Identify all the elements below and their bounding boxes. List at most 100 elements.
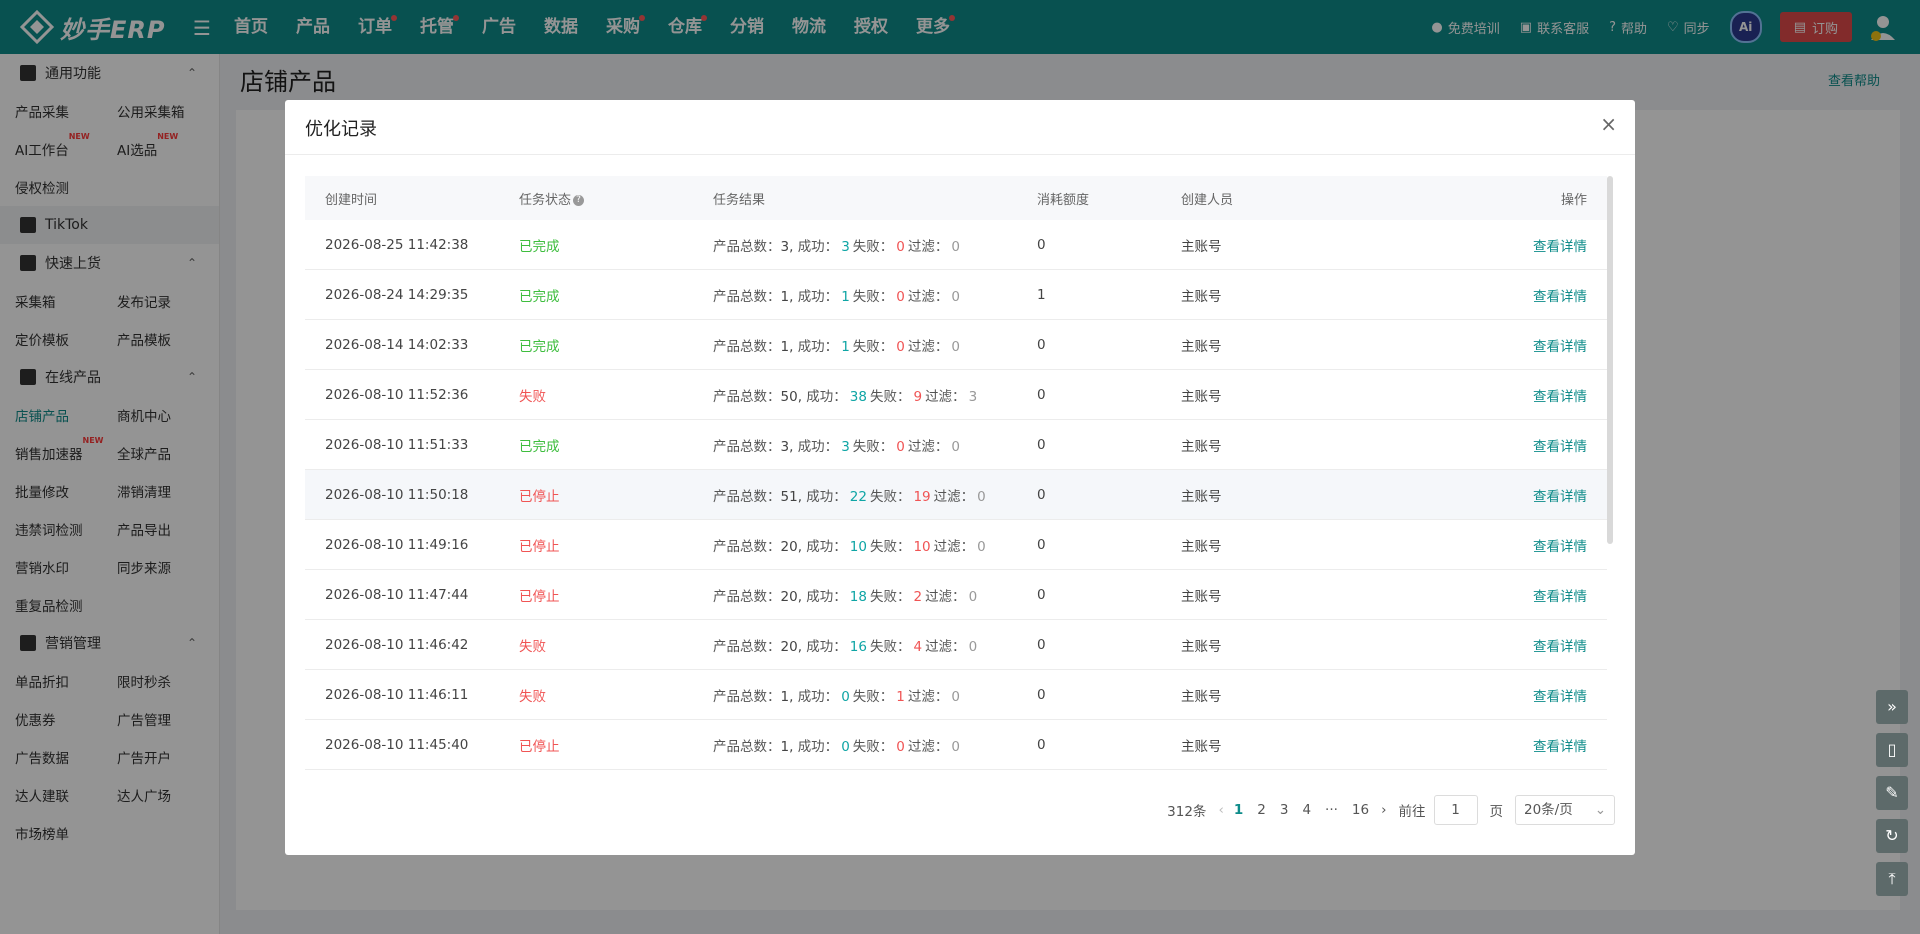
chevron-down-icon: ⌄ (1594, 802, 1606, 818)
success-label: 成功： (806, 638, 847, 655)
quota-used: 0 (1037, 236, 1046, 253)
page-number[interactable]: 16 (1352, 802, 1369, 818)
fail-value: 1 (896, 688, 905, 705)
created-time: 2026-08-25 11:42:38 (325, 236, 469, 253)
table-row: 2026-08-10 11:45:40 已停止 产品总数：1, 成功： 0 失败： 0 过滤… (305, 720, 1607, 770)
task-result: 产品总数：51, 成功： 22 失败： 19 过滤： 0 (713, 488, 986, 505)
page-number[interactable]: 3 (1280, 802, 1289, 818)
success-value: 10 (849, 538, 867, 555)
question-icon[interactable]: ? (573, 194, 585, 206)
filter-label: 过滤： (933, 488, 975, 505)
total-label: 产品总数： (713, 288, 781, 305)
fail-label: 失败： (852, 688, 894, 705)
col-task-status-label: 任务状态 (519, 192, 572, 208)
task-status: 失败 (519, 388, 546, 405)
fail-value: 9 (913, 388, 923, 405)
next-page-icon[interactable]: › (1381, 802, 1386, 818)
created-time: 2026-08-14 14:02:33 (325, 336, 469, 353)
success-label: 成功： (797, 688, 839, 705)
creator: 主账号 (1181, 288, 1222, 305)
total-label: 产品总数： (713, 588, 781, 605)
view-details-link[interactable]: 查看详情 (1533, 439, 1587, 455)
view-details-link[interactable]: 查看详情 (1533, 689, 1587, 705)
view-details-link[interactable]: 查看详情 (1533, 489, 1587, 505)
mobile-icon[interactable]: ▯ (1876, 733, 1908, 767)
total-value: 1 (780, 338, 790, 355)
page-size-value: 20条/页 (1524, 802, 1573, 818)
page-number[interactable]: 4 (1302, 802, 1311, 818)
close-icon[interactable]: × (1600, 112, 1617, 136)
total-value: 20 (780, 588, 798, 605)
goto-label: 前往 (1398, 804, 1426, 820)
table-row: 2026-08-10 11:46:42 失败 产品总数：20, 成功： 16 失败： 4 过… (305, 620, 1607, 670)
table-row: 2026-08-10 11:46:11 失败 产品总数：1, 成功： 0 失败： 1 过滤：… (305, 670, 1607, 720)
creator: 主账号 (1181, 388, 1222, 405)
task-result: 产品总数：20, 成功： 10 失败： 10 过滤： 0 (713, 538, 986, 555)
success-value: 22 (849, 488, 867, 505)
fail-label: 失败： (869, 588, 911, 605)
page-number[interactable]: 1 (1234, 802, 1243, 818)
floating-tools: » ▯ ✎ ↻ ⤒ (1876, 690, 1908, 905)
success-label: 成功： (806, 488, 847, 505)
view-details-link[interactable]: 查看详情 (1533, 739, 1587, 755)
creator: 主账号 (1181, 488, 1222, 505)
task-status: 已停止 (519, 538, 560, 555)
total-label: 产品总数： (713, 638, 781, 655)
filter-value: 0 (951, 238, 960, 255)
view-details-link[interactable]: 查看详情 (1533, 639, 1587, 655)
refresh-icon[interactable]: ↻ (1876, 819, 1908, 853)
fail-value: 0 (896, 288, 905, 305)
task-status: 已完成 (519, 438, 560, 455)
task-status: 已完成 (519, 288, 560, 305)
creator: 主账号 (1181, 338, 1222, 355)
total-label: 产品总数： (713, 238, 781, 255)
filter-label: 过滤： (933, 538, 975, 555)
page-numbers: 1 2 3 4 ··· 16 (1234, 802, 1369, 818)
note-icon[interactable]: ✎ (1876, 776, 1908, 810)
creator: 主账号 (1181, 238, 1222, 255)
task-status: 失败 (519, 638, 546, 655)
total-label: 产品总数： (713, 738, 781, 755)
fail-label: 失败： (852, 338, 894, 355)
view-details-link[interactable]: 查看详情 (1533, 239, 1587, 255)
expand-icon[interactable]: » (1876, 690, 1908, 724)
page-number[interactable]: 2 (1257, 802, 1266, 818)
back-to-top-icon[interactable]: ⤒ (1876, 862, 1908, 896)
created-time: 2026-08-24 14:29:35 (325, 286, 469, 303)
filter-value: 0 (951, 738, 960, 755)
created-time: 2026-08-10 11:46:42 (325, 636, 469, 653)
view-details-link[interactable]: 查看详情 (1533, 389, 1587, 405)
filter-value: 0 (951, 288, 960, 305)
more-pages-icon[interactable]: ··· (1325, 802, 1338, 818)
created-time: 2026-08-10 11:50:18 (325, 486, 469, 503)
fail-label: 失败： (869, 538, 911, 555)
filter-label: 过滤： (907, 438, 949, 455)
creator: 主账号 (1181, 538, 1222, 555)
col-task-result: 任务结果 (713, 192, 766, 208)
prev-page-icon[interactable]: ‹ (1218, 802, 1223, 818)
total-label: 产品总数： (713, 338, 781, 355)
filter-label: 过滤： (907, 238, 949, 255)
success-label: 成功： (797, 338, 839, 355)
table-scrollbar[interactable] (1607, 176, 1613, 544)
page-size-select[interactable]: 20条/页 ⌄ (1515, 795, 1615, 825)
table-row: 2026-08-10 11:52:36 失败 产品总数：50, 成功： 38 失败： 9 过… (305, 370, 1607, 420)
created-time: 2026-08-10 11:47:44 (325, 586, 469, 603)
success-value: 38 (849, 388, 867, 405)
success-label: 成功： (797, 238, 839, 255)
creator: 主账号 (1181, 588, 1222, 605)
table-row: 2026-08-10 11:49:16 已停止 产品总数：20, 成功： 10 失败： 1… (305, 520, 1607, 570)
goto-page-input[interactable]: 1 (1433, 795, 1478, 825)
task-result: 产品总数：20, 成功： 18 失败： 2 过滤： 0 (713, 588, 978, 605)
total-value: 20 (780, 638, 798, 655)
col-quota: 消耗额度 (1037, 192, 1090, 208)
view-details-link[interactable]: 查看详情 (1533, 289, 1587, 305)
fail-label: 失败： (869, 388, 911, 405)
view-details-link[interactable]: 查看详情 (1533, 339, 1587, 355)
success-value: 0 (841, 738, 850, 755)
creator: 主账号 (1181, 688, 1222, 705)
view-details-link[interactable]: 查看详情 (1533, 539, 1587, 555)
col-task-status: 任务状态? (499, 189, 693, 208)
success-label: 成功： (797, 438, 839, 455)
view-details-link[interactable]: 查看详情 (1533, 589, 1587, 605)
